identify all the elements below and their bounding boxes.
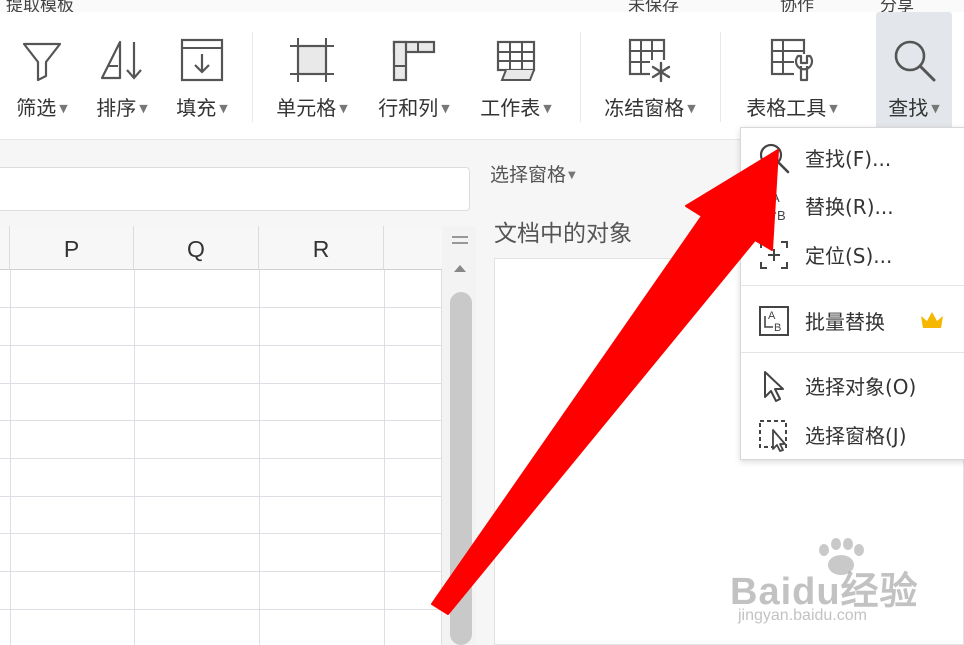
menu-item-replace[interactable]: A B 替换(R)...: [741, 182, 964, 228]
worksheet-label: 工作表: [480, 96, 541, 120]
svg-text:A: A: [768, 310, 776, 322]
sort-icon: [100, 40, 142, 80]
find-dropdown-menu: 查找(F)... A B 替换(R)... 定位(S)... A B 批量替换: [740, 127, 964, 460]
column-header[interactable]: [384, 226, 442, 270]
svg-text:A: A: [771, 190, 780, 205]
menu-item-find[interactable]: 查找(F)...: [741, 134, 964, 180]
freeze-panes-button[interactable]: 冻结窗格 ▼: [592, 12, 708, 130]
locate-icon: [760, 241, 788, 269]
column-header-q[interactable]: Q: [134, 226, 259, 270]
search-icon: [894, 40, 936, 82]
fill-label: 填充: [176, 96, 217, 120]
ribbon-divider: [580, 32, 581, 122]
filter-icon: [22, 42, 62, 82]
cursor-icon: [764, 371, 784, 402]
selection-pane-header[interactable]: 选择窗格 ▼: [490, 160, 576, 187]
cell-label: 单元格: [276, 96, 337, 120]
selection-pane-icon: [759, 420, 787, 452]
sort-label: 排序: [96, 96, 137, 120]
column-header[interactable]: [0, 226, 10, 270]
filter-button[interactable]: 筛选 ▼: [6, 12, 78, 130]
menu-item-selection-pane[interactable]: 选择窗格(J): [741, 411, 964, 457]
search-icon: [759, 143, 790, 174]
worksheet-button[interactable]: 工作表 ▼: [468, 12, 564, 130]
cell-icon: [290, 38, 334, 82]
svg-text:B: B: [777, 208, 786, 223]
rows-columns-icon: [392, 40, 436, 82]
menu-item-label: 定位(S)...: [805, 244, 893, 268]
menu-item-label: 批量替换: [805, 310, 885, 334]
fill-icon: [180, 38, 224, 82]
table-tools-button[interactable]: 表格工具 ▼: [734, 12, 850, 130]
menu-item-label: 替换(R)...: [805, 195, 894, 219]
column-header-r[interactable]: R: [259, 226, 384, 270]
menu-item-label: 查找(F)...: [805, 147, 892, 171]
ribbon-divider: [252, 32, 253, 122]
fill-button[interactable]: 填充 ▼: [166, 12, 238, 130]
title-strip: 提取模板 未保存 协作 分享: [0, 0, 964, 16]
table-tools-label: 表格工具: [746, 96, 827, 120]
menu-item-label: 选择对象(O): [805, 375, 917, 399]
replace-icon: A B: [762, 190, 786, 223]
menu-item-batch-replace[interactable]: A B 批量替换: [741, 297, 964, 343]
scroll-thumb[interactable]: [450, 292, 472, 645]
crown-icon: [921, 312, 943, 328]
pane-title: 文档中的对象: [494, 221, 632, 247]
worksheet-icon: [496, 40, 536, 81]
baidu-watermark: Baidu经验 jingyan.baidu.com: [718, 532, 964, 645]
ribbon-divider: [720, 32, 721, 122]
cell-button[interactable]: 单元格 ▼: [264, 12, 360, 130]
freeze-panes-label: 冻结窗格: [604, 96, 685, 120]
rows-columns-label: 行和列: [378, 96, 439, 120]
find-label: 查找: [888, 96, 929, 120]
batch-replace-icon: A B: [759, 306, 789, 336]
formula-input[interactable]: [0, 167, 470, 211]
svg-text:B: B: [774, 322, 781, 334]
ribbon-toolbar: 筛选 ▼ 排序 ▼ 填充 ▼ 单元格 ▼ 行和列 ▼ 工作表 ▼ 冻结窗格 ▼ …: [0, 12, 964, 140]
split-handle-icon[interactable]: [452, 236, 468, 238]
sheet-grid[interactable]: [0, 226, 442, 645]
menu-item-select-objects[interactable]: 选择对象(O): [741, 362, 964, 408]
watermark-url: jingyan.baidu.com: [738, 607, 867, 624]
find-button[interactable]: 查找 ▼: [876, 12, 952, 130]
scroll-up-icon[interactable]: [454, 265, 466, 272]
rows-columns-button[interactable]: 行和列 ▼: [366, 12, 462, 130]
menu-item-locate[interactable]: 定位(S)...: [741, 231, 964, 277]
filter-label: 筛选: [16, 96, 57, 120]
menu-item-label: 选择窗格(J): [805, 424, 907, 448]
freeze-panes-icon: [628, 38, 672, 83]
table-tools-icon: [770, 38, 814, 82]
column-header-p[interactable]: P: [10, 226, 134, 270]
sort-button[interactable]: 排序 ▼: [86, 12, 158, 130]
